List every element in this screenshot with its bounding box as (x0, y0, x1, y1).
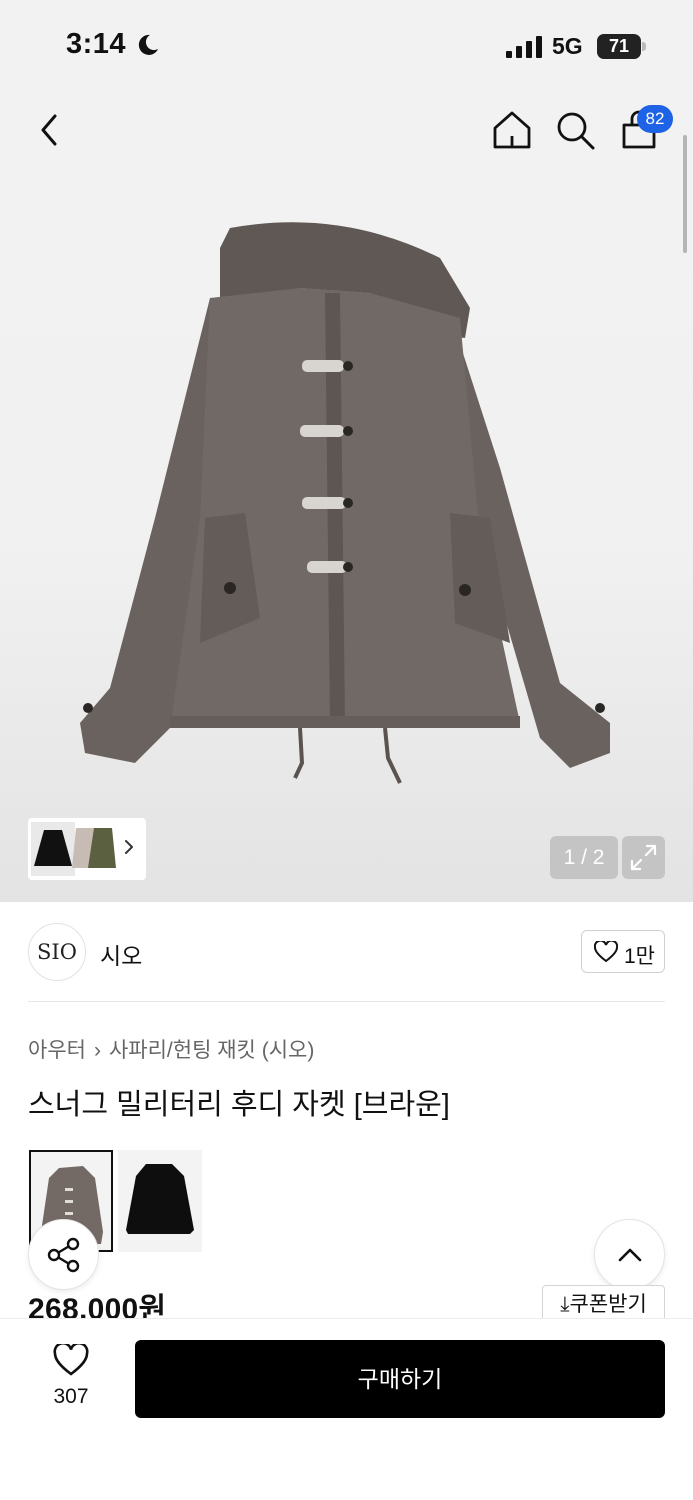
home-icon[interactable] (490, 108, 534, 152)
status-bar: 3:14 5G 71 (0, 0, 693, 95)
heart-icon (53, 1344, 89, 1376)
cart-count-badge: 82 (637, 105, 673, 133)
image-counter: 1 / 2 (550, 836, 618, 879)
product-page: 3:14 5G 71 82 1 / 2 SIO 시오 1만 아우터 › 사파리/… (0, 0, 693, 1500)
scroll-indicator[interactable] (683, 135, 687, 253)
scroll-top-button[interactable] (594, 1219, 665, 1290)
brand-logo[interactable]: SIO (28, 923, 86, 981)
network-label: 5G (552, 33, 583, 59)
brand-like-count: 1만 (624, 945, 655, 968)
chevron-right-icon[interactable] (120, 832, 138, 862)
share-button[interactable] (28, 1219, 99, 1290)
signal-icon (506, 36, 542, 58)
download-icon: ⤓ (560, 1293, 570, 1316)
breadcrumb: 아우터 › 사파리/헌팅 재킷 (시오) (28, 1034, 314, 1064)
moon-icon (138, 34, 158, 55)
wishlist-button[interactable]: 307 (40, 1342, 102, 1414)
coupon-label: 쿠폰받기 (569, 1293, 647, 1316)
heart-icon (594, 941, 618, 963)
variant-black[interactable] (118, 1150, 202, 1252)
breadcrumb-item[interactable]: 사파리/헌팅 재킷 (시오) (109, 1039, 314, 1062)
back-chevron-icon[interactable] (28, 108, 72, 152)
buy-button[interactable]: 구매하기 (135, 1340, 665, 1418)
battery-level: 71 (608, 36, 630, 56)
status-time: 3:14 (66, 28, 127, 60)
breadcrumb-item[interactable]: 아우터 (28, 1039, 86, 1062)
chevron-right-icon: › (93, 1039, 101, 1062)
chevron-up-icon (618, 1248, 642, 1262)
expand-icon[interactable] (622, 836, 665, 879)
search-icon[interactable] (553, 108, 597, 152)
brand-like-button[interactable]: 1만 (581, 930, 665, 973)
divider (28, 1001, 665, 1002)
wishlist-count: 307 (53, 1385, 89, 1408)
product-title: 스너그 밀리터리 후디 자켓 [브라운] (28, 1089, 450, 1121)
share-icon (47, 1237, 80, 1273)
battery-icon: 71 (597, 34, 647, 59)
brand-name[interactable]: 시오 (100, 937, 142, 971)
product-image[interactable] (70, 218, 620, 788)
product-gallery[interactable]: 3:14 5G 71 82 1 / 2 (0, 0, 693, 902)
